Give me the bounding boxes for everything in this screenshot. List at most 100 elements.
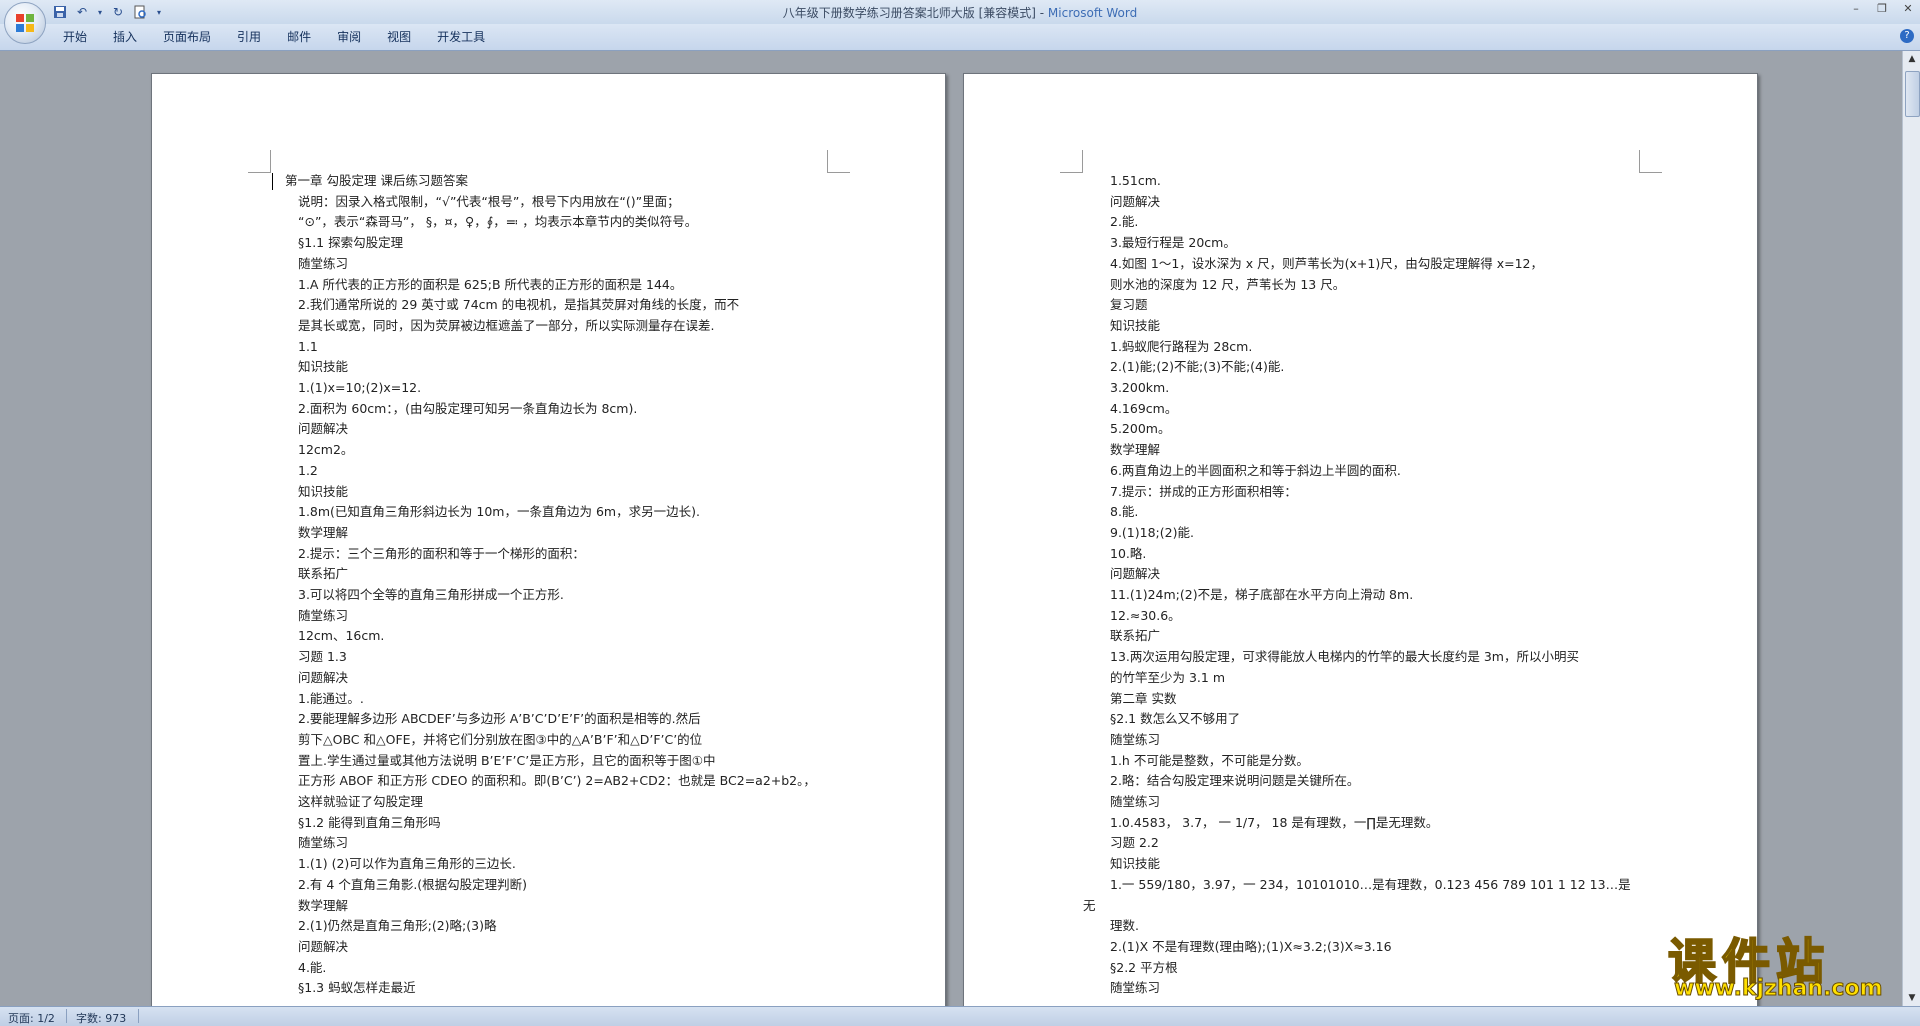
text-line: 1.(1) (2)可以作为直角三角形的三边长. bbox=[298, 856, 516, 872]
title-bar: ↶ ▾ ↻ ▾ 八年级下册数学练习册答案北师大版 [兼容模式] - Micros… bbox=[0, 0, 1920, 44]
word-count[interactable]: 字数: 973 bbox=[76, 1010, 126, 1026]
office-button[interactable] bbox=[4, 2, 46, 44]
status-bar: 页面: 1/2 字数: 973 bbox=[0, 1006, 1920, 1026]
tab-home[interactable]: 开始 bbox=[50, 29, 100, 45]
text-line: 10.略. bbox=[1110, 545, 1147, 561]
customize-toolbar-icon[interactable]: ▾ bbox=[154, 4, 164, 20]
text-line: 1.一 559/180，3.97，一 234，10101010…是有理数，0.1… bbox=[1110, 876, 1631, 892]
help-icon[interactable]: ? bbox=[1900, 29, 1914, 43]
text-line: 说明：因录入格式限制，“√”代表“根号”，根号下内用放在“()”里面； bbox=[298, 193, 680, 209]
crop-mark bbox=[248, 150, 271, 173]
ribbon-tabs: 开始 插入 页面布局 引用 邮件 审阅 视图 开发工具 bbox=[50, 29, 498, 45]
text-line: 问题解决 bbox=[298, 421, 349, 437]
text-line: 4.169cm。 bbox=[1110, 400, 1178, 416]
scroll-up-icon[interactable]: ▲ bbox=[1903, 51, 1920, 67]
document-page[interactable]: 1.51cm. 问题解决 2.能. 3.最短行程是 20cm。 4.如图 1～1，设水深… bbox=[963, 73, 1758, 1006]
office-logo-icon bbox=[16, 14, 34, 32]
tab-developer[interactable]: 开发工具 bbox=[424, 29, 498, 45]
tab-insert[interactable]: 插入 bbox=[100, 29, 150, 45]
text-line: 2.我们通常所说的 29 英寸或 74cm 的电视机，是指其荧屏对角线的长度，而… bbox=[298, 297, 740, 313]
tab-view[interactable]: 视图 bbox=[374, 29, 424, 45]
text-line: 随堂练习 bbox=[298, 835, 349, 851]
window-controls: – ❐ ✕ bbox=[1848, 2, 1916, 16]
text-line: 知识技能 bbox=[298, 359, 349, 375]
watermark-logo: 课件站 www.kjzhan.com bbox=[1667, 922, 1898, 1004]
crop-mark bbox=[1060, 150, 1083, 173]
scroll-down-icon[interactable]: ▼ bbox=[1903, 990, 1920, 1006]
text-line: 1.能通过。. bbox=[298, 690, 364, 706]
text-line: 复习题 bbox=[1110, 297, 1148, 313]
text-line: 1.蚂蚁爬行路程为 28cm. bbox=[1110, 338, 1253, 354]
text-line: 1.2 bbox=[298, 462, 318, 478]
status-separator bbox=[66, 1009, 67, 1023]
tab-page-layout[interactable]: 页面布局 bbox=[150, 29, 224, 45]
status-separator bbox=[138, 1009, 139, 1023]
text-line: 2.(1)仍然是直角三角形;(2)略;(3)略 bbox=[298, 918, 497, 934]
text-line: 问题解决 bbox=[1110, 566, 1161, 582]
text-line: 2.要能理解多边形 ABCDEF’与多边形 A’B’C’D’E’F’的面积是相等… bbox=[298, 711, 701, 727]
document-area[interactable]: 第一章 勾股定理 课后练习题答案 说明：因录入格式限制，“√”代表“根号”，根号下… bbox=[0, 51, 1902, 1006]
text-line: 1.0.4583， 3.7， 一 1/7， 18 是有理数，一∏是无理数。 bbox=[1110, 814, 1439, 830]
crop-mark bbox=[827, 150, 850, 173]
vertical-scrollbar[interactable]: ▲ ▼ bbox=[1902, 51, 1920, 1006]
document-title: 八年级下册数学练习册答案北师大版 [兼容模式] - bbox=[782, 6, 1048, 20]
text-line: 正方形 ABOF 和正方形 CDEO 的面积和。即(B’C’) 2=AB2+CD… bbox=[298, 773, 816, 789]
text-line: 1.(1)x=10;(2)x=12. bbox=[298, 380, 422, 395]
text-line: 问题解决 bbox=[298, 938, 349, 954]
crop-mark bbox=[1639, 150, 1662, 173]
text-line: §2.1 数怎么又不够用了 bbox=[1110, 711, 1241, 727]
text-line: 随堂练习 bbox=[298, 607, 349, 623]
text-line: 4.能. bbox=[298, 959, 327, 975]
ribbon-tab-bar: 开始 插入 页面布局 引用 邮件 审阅 视图 开发工具 ? bbox=[0, 24, 1920, 51]
tab-mailings[interactable]: 邮件 bbox=[274, 29, 324, 45]
text-line: 2.(1)X 不是有理数(理由略);(1)X≈3.2;(3)X≈3.16 bbox=[1110, 938, 1392, 954]
text-line: §1.3 蚂蚁怎样走最近 bbox=[298, 980, 416, 996]
text-line: 8.能. bbox=[1110, 504, 1139, 520]
text-line: 2.提示：三个三角形的面积和等于一个梯形的面积： bbox=[298, 545, 585, 561]
text-line: 数学理解 bbox=[298, 897, 349, 913]
text-line: 3.最短行程是 20cm。 bbox=[1110, 235, 1236, 251]
text-line: 无 bbox=[1083, 897, 1096, 913]
text-line: 第二章 实数 bbox=[1110, 690, 1177, 706]
text-line: 2.能. bbox=[1110, 214, 1139, 230]
text-line: 知识技能 bbox=[298, 483, 349, 499]
text-line: 数学理解 bbox=[1110, 442, 1161, 458]
text-line: 3.可以将四个全等的直角三角形拼成一个正方形. bbox=[298, 587, 564, 602]
undo-dropdown-icon[interactable]: ▾ bbox=[96, 4, 104, 20]
text-line: 置上.学生通过量或其他方法说明 B’E’F’C’是正方形，且它的面积等于图①中 bbox=[298, 752, 716, 768]
text-line: 9.(1)18;(2)能. bbox=[1110, 524, 1194, 540]
text-line: 数学理解 bbox=[298, 524, 349, 540]
text-line: 习题 1.3 bbox=[298, 649, 347, 665]
minimize-icon[interactable]: – bbox=[1848, 2, 1864, 16]
text-line: 7.提示：拼成的正方形面积相等： bbox=[1110, 483, 1297, 499]
text-line: 习题 2.2 bbox=[1110, 835, 1159, 851]
text-line: 12cm、16cm. bbox=[298, 628, 385, 644]
document-page[interactable]: 第一章 勾股定理 课后练习题答案 说明：因录入格式限制，“√”代表“根号”，根号下… bbox=[151, 73, 946, 1006]
tab-references[interactable]: 引用 bbox=[224, 29, 274, 45]
print-preview-icon[interactable] bbox=[132, 4, 148, 20]
page-count[interactable]: 页面: 1/2 bbox=[8, 1010, 55, 1026]
text-line: 问题解决 bbox=[1110, 193, 1161, 209]
text-line: 这样就验证了勾股定理 bbox=[298, 794, 424, 809]
text-line: §1.1 探索勾股定理 bbox=[298, 235, 404, 251]
scroll-thumb[interactable] bbox=[1905, 71, 1920, 117]
text-line: 2.(1)能;(2)不能;(3)不能;(4)能. bbox=[1110, 359, 1285, 375]
redo-icon[interactable]: ↻ bbox=[110, 4, 126, 20]
window-title: 八年级下册数学练习册答案北师大版 [兼容模式] - Microsoft Word bbox=[0, 4, 1920, 21]
text-line: 3.200km. bbox=[1110, 380, 1170, 395]
text-line: 1.8m(已知直角三角形斜边长为 10m，一条直角边为 6m，求另一边长). bbox=[298, 504, 700, 520]
text-line: §1.2 能得到直角三角形吗 bbox=[298, 814, 441, 830]
text-line: 理数. bbox=[1110, 918, 1139, 934]
application-name: Microsoft Word bbox=[1047, 6, 1138, 20]
restore-icon[interactable]: ❐ bbox=[1874, 2, 1890, 16]
text-line: 5.200m。 bbox=[1110, 421, 1171, 437]
close-icon[interactable]: ✕ bbox=[1900, 2, 1916, 16]
undo-icon[interactable]: ↶ bbox=[74, 4, 90, 20]
text-line: 1.1 bbox=[298, 338, 318, 354]
text-line: §2.2 平方根 bbox=[1110, 959, 1178, 975]
save-icon[interactable] bbox=[52, 4, 68, 20]
text-line: 1.A 所代表的正方形的面积是 625;B 所代表的正方形的面积是 144。 bbox=[298, 276, 683, 292]
text-line: 随堂练习 bbox=[1110, 980, 1161, 996]
text-line: 4.如图 1～1，设水深为 x 尺，则芦苇长为(x+1)尺，由勾股定理解得 x=… bbox=[1110, 255, 1543, 271]
tab-review[interactable]: 审阅 bbox=[324, 29, 374, 45]
